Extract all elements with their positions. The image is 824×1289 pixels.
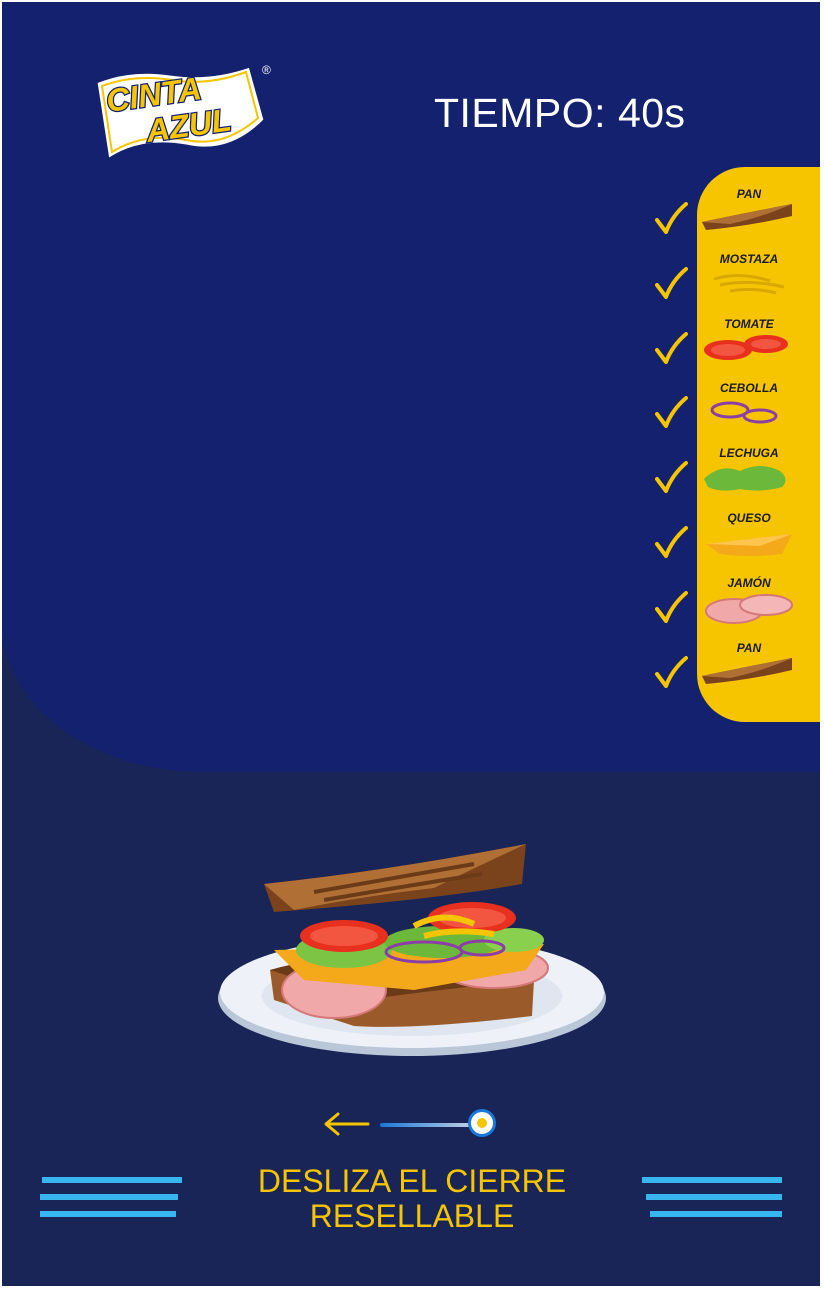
ingredient-label: TOMATE	[724, 316, 774, 331]
ingredient-label: LECHUGA	[719, 446, 779, 461]
lettuce-icon	[704, 466, 786, 491]
ingredient-label: QUESO	[727, 511, 771, 525]
check-icon	[655, 202, 688, 234]
onion-icon	[710, 401, 778, 424]
arrow-left-icon	[324, 1112, 370, 1136]
instruction-text: DESLIZA EL CIERRE RESELLABLE	[222, 1164, 602, 1234]
sandwich-plate	[214, 840, 614, 1075]
ingredient-5: QUESO	[697, 508, 820, 572]
tomato-icon	[704, 334, 788, 360]
instruction-line1: DESLIZA EL CIERRE	[257, 1163, 567, 1199]
check-icon	[655, 331, 688, 364]
ingredient-label: MOSTAZA	[719, 251, 779, 266]
check-icon	[655, 526, 688, 558]
top-bread	[264, 844, 526, 912]
mustard-icon	[713, 273, 785, 295]
ingredient-3: CEBOLLA	[697, 378, 820, 442]
ingredient-label: PAN	[736, 187, 762, 201]
ingredient-list: PAN MOSTAZA TOMATE CEBOLLA LECHUGA QUESO JAMÓN…	[697, 167, 820, 722]
slider-knob[interactable]	[468, 1109, 496, 1137]
slider-track[interactable]	[380, 1123, 480, 1127]
ingredient-7: PAN	[697, 638, 820, 702]
ingredient-4: LECHUGA	[697, 443, 820, 507]
game-screen: CINTA AZUL ® TIEMPO: 40s PAN MOSTAZA TOMAT…	[2, 2, 820, 1286]
timer-label: TIEMPO: 40s	[434, 90, 686, 136]
instruction-line2: RESELLABLE	[309, 1198, 515, 1234]
ingredient-label: JAMÓN	[727, 575, 771, 590]
cinta-azul-logo: CINTA AZUL ®	[90, 60, 275, 164]
ingredient-label: CEBOLLA	[720, 381, 778, 396]
ingredient-label: PAN	[736, 640, 762, 655]
ingredient-0: PAN	[697, 184, 820, 248]
bread-icon	[702, 657, 792, 684]
ingredient-6: JAMÓN	[697, 573, 820, 637]
ingredient-2: TOMATE	[697, 314, 820, 378]
registered-mark: ®	[262, 63, 271, 77]
cheese-icon	[706, 534, 792, 556]
check-icon	[655, 590, 688, 623]
check-icon	[655, 266, 688, 299]
check-icon	[655, 655, 688, 688]
check-icon	[655, 396, 688, 429]
ingredient-1: MOSTAZA	[697, 249, 820, 313]
bread-icon	[702, 204, 792, 230]
ham-icon	[705, 593, 793, 624]
reseal-slider[interactable]	[320, 1104, 510, 1144]
check-icon	[655, 461, 688, 494]
